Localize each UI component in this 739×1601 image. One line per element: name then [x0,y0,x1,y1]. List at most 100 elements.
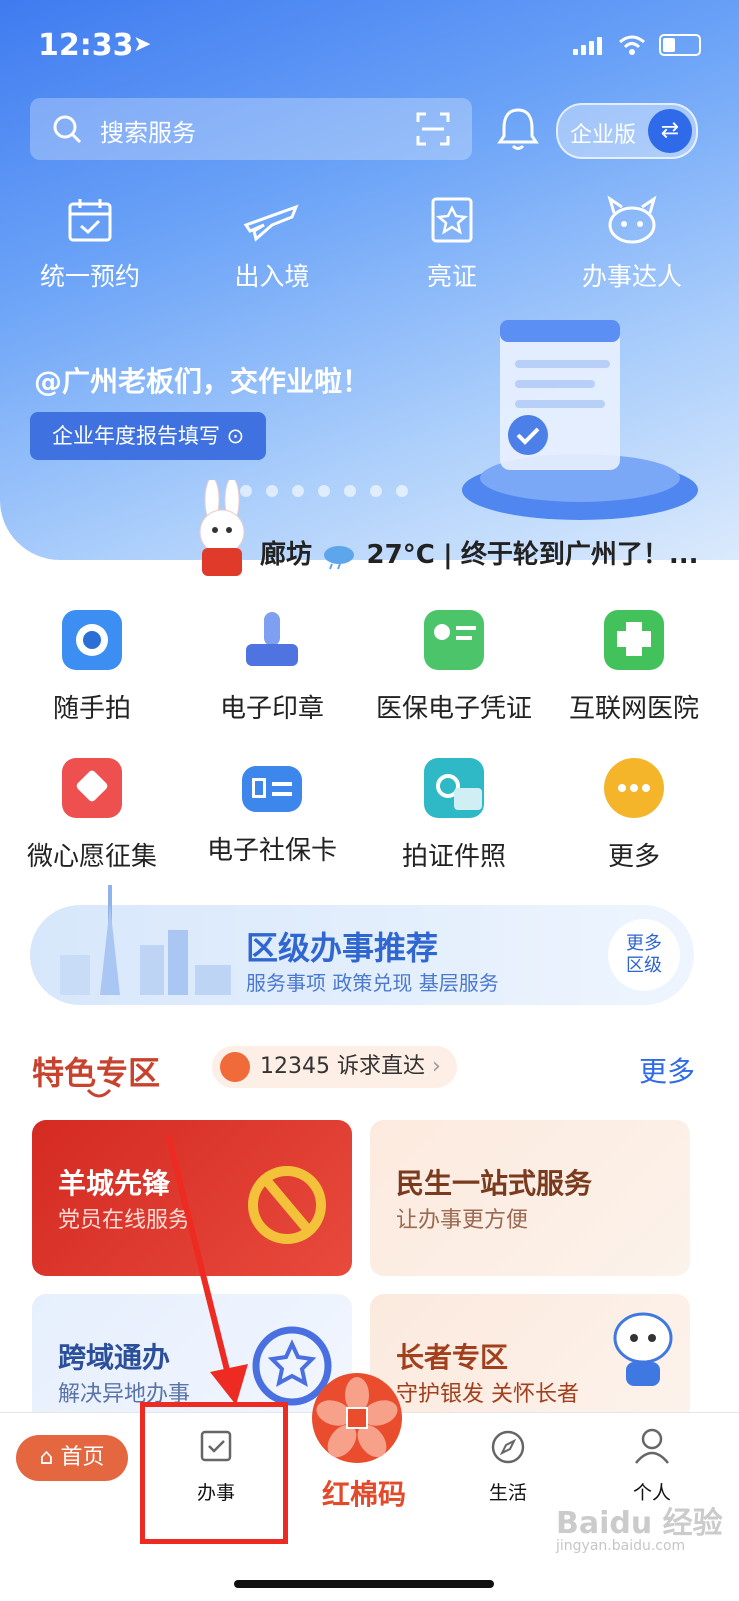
news-ticker: 终于轮到广州了！... [460,540,699,570]
top-nav-item-immigration[interactable]: 出入境 [182,195,362,293]
top-nav-label: 办事达人 [581,262,682,291]
top-nav-label: 统一预约 [39,262,140,291]
top-nav-item-expert[interactable]: 办事达人 [542,195,722,293]
card-title: 羊城先锋 [58,1167,171,1200]
id-photo-icon [424,758,484,818]
watermark-url: jingyan.baidu.com [556,1538,686,1554]
hotline-label: 12345 诉求直达 [260,1054,425,1079]
card-title: 跨域通办 [58,1341,171,1374]
more-dots-icon [604,758,664,818]
social-security-card-icon [242,766,302,812]
certificate-star-icon [431,197,473,243]
camera-icon [62,610,122,670]
weather-city: 廊坊 [260,540,313,570]
person-icon [635,1428,669,1464]
service-label: 随手拍 [52,694,131,724]
service-item[interactable]: 电子印章 [180,610,364,725]
weather-temp: 27°C [366,540,435,570]
enterprise-label: 企业版 [570,123,637,148]
featured-more-link[interactable]: 更多 [639,1050,695,1090]
hammer-sickle-icon [248,1166,326,1244]
status-time: 12:33 [38,28,134,63]
card-elderly[interactable]: 长者专区 守护银发 关怀长者 [370,1294,690,1424]
card-title: 民生一站式服务 [396,1167,593,1200]
card-livelihood[interactable]: 民生一站式服务 让办事更方便 [370,1120,690,1276]
banner-title: @广州老板们，交作业啦！ [34,365,371,398]
stamp-icon [242,610,302,670]
tab-home[interactable]: ⌂ 首页 [16,1435,128,1481]
tab-home-label: 首页 [60,1445,105,1470]
search-placeholder: 搜索服务 [100,119,196,147]
tab-personal[interactable]: 个人 [612,1427,692,1505]
mascot-icon [607,195,657,244]
home-icon: ⌂ [39,1445,54,1470]
search-icon [53,115,82,144]
scan-icon[interactable] [416,112,450,146]
service-label: 微心愿征集 [26,842,157,872]
banner-illustration [462,320,698,520]
top-nav-label: 亮证 [426,262,477,291]
bell-icon[interactable] [496,104,540,152]
smile-decoration [86,1088,112,1098]
annual-report-button[interactable]: 企业年度报告填写 ⊙ [30,412,267,460]
service-label: 医保电子凭证 [375,694,532,724]
more-district-line1: 更多 [626,933,662,954]
more-district-line2: 区级 [626,955,662,976]
kapok-logo-svg [316,1377,398,1458]
district-services-banner[interactable]: 区级办事推荐 服务事项 政策兑现 基层服务 更多 区级 [30,885,694,1005]
more-district-button[interactable]: 更多 区级 [608,919,680,991]
tab-life-label: 生活 [488,1482,527,1504]
card-subtitle: 让办事更方便 [396,1208,529,1233]
service-label: 电子印章 [219,694,324,724]
service-item[interactable]: 医保电子凭证 [362,610,546,725]
robot-mascot-icon [613,1312,673,1386]
search-bar[interactable]: 搜索服务 [30,98,472,160]
hero-header: 12:33 ➤ 搜索服务 企业版 ⇄ 统一预约 出入境 亮证 办事达人 @广州老… [0,0,739,560]
battery-icon [659,34,701,56]
highlight-box [140,1402,288,1544]
wifi-icon [619,35,645,55]
airplane-icon [243,204,299,242]
top-nav-label: 出入境 [234,262,310,291]
service-item[interactable]: 拍证件照 [362,758,546,873]
signal-icon [573,36,605,55]
service-item[interactable]: 电子社保卡 [180,758,364,867]
district-subtitle: 服务事项 政策兑现 基层服务 [246,971,499,995]
card-title: 长者专区 [396,1341,509,1374]
headset-icon [220,1052,250,1082]
hotline-button[interactable]: 12345 诉求直达 › [212,1046,457,1088]
top-nav-item-certificate[interactable]: 亮证 [362,195,542,293]
service-label: 更多 [607,842,660,872]
service-label: 互联网医院 [568,694,699,724]
weather-news-bar[interactable]: 廊坊 27°C | 终于轮到广州了！... [0,480,739,585]
top-nav-item-appointment[interactable]: 统一预约 [0,195,180,293]
tab-kapok-code-label[interactable]: 红棉码 [322,1473,406,1513]
home-indicator [234,1580,494,1588]
weather-separator: | [443,540,453,570]
tab-life[interactable]: 生活 [468,1429,548,1505]
district-title: 区级办事推荐 [246,929,439,967]
watermark-brand: Baidu 经验 [556,1506,723,1541]
compass-icon [491,1430,525,1464]
service-item[interactable]: 互联网医院 [542,610,726,725]
swap-icon: ⇄ [648,109,692,153]
cloud-rain-icon [324,545,355,569]
rabbit-mascot-icon [199,480,245,576]
service-item[interactable]: 微心愿征集 [0,758,184,873]
enterprise-switch-button[interactable]: 企业版 ⇄ [556,103,698,159]
card-party-pioneer[interactable]: 羊城先锋 党员在线服务 [32,1120,352,1276]
wish-heart-icon [62,758,122,818]
kapok-flower-icon[interactable] [312,1373,402,1463]
card-subtitle: 守护银发 关怀长者 [396,1382,579,1407]
service-item[interactable]: 随手拍 [0,610,184,725]
card-subtitle: 党员在线服务 [58,1208,191,1233]
status-bar: 12:33 ➤ [38,28,701,68]
service-label: 拍证件照 [401,842,506,872]
hospital-icon [604,610,664,670]
insurance-card-icon [424,610,484,670]
service-label: 电子社保卡 [206,836,337,866]
carousel-dots [240,485,408,497]
service-item[interactable]: 更多 [542,758,726,873]
location-arrow-icon: ➤ [133,32,152,57]
calendar-check-icon [68,199,112,242]
